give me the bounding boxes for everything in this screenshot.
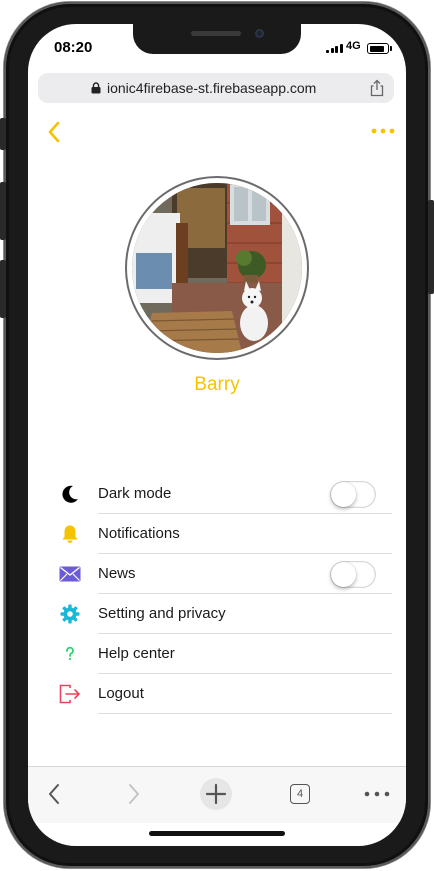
browser-forward-button[interactable] (119, 779, 149, 809)
menu-item-help-center[interactable]: Help center (28, 634, 406, 674)
browser-menu-button[interactable] (362, 779, 392, 809)
menu-item-news[interactable]: News (28, 554, 406, 594)
avatar[interactable] (132, 183, 302, 353)
browser-back-button[interactable] (39, 779, 69, 809)
news-toggle[interactable] (330, 561, 376, 588)
volume-up-button (0, 182, 6, 240)
chevron-left-icon (49, 784, 59, 804)
divider (98, 713, 392, 714)
menu-item-label: Logout (98, 685, 144, 702)
menu-item-label: Dark mode (98, 485, 172, 502)
lock-icon (91, 82, 101, 94)
menu-item-label: Help center (98, 645, 175, 662)
front-camera (255, 29, 264, 38)
help-icon (59, 644, 81, 664)
chevron-right-icon (129, 784, 139, 804)
url-text: ionic4firebase-st.firebaseapp.com (107, 80, 317, 96)
avatar-frame (127, 178, 307, 358)
logout-icon (59, 684, 81, 704)
mail-icon (59, 564, 81, 584)
settings-menu: Dark mode Notifications News Setting and… (28, 474, 406, 714)
volume-down-button (0, 260, 6, 318)
browser-toolbar: 4 (28, 766, 406, 823)
tab-count-badge: 4 (290, 784, 310, 804)
screen: 08:20 4G ionic4firebase-st.firebaseapp.c… (28, 24, 406, 846)
gear-icon (59, 604, 81, 624)
menu-item-dark-mode[interactable]: Dark mode (28, 474, 406, 514)
address-bar[interactable]: ionic4firebase-st.firebaseapp.com (38, 73, 394, 103)
menu-item-label: Notifications (98, 525, 180, 542)
home-indicator[interactable] (149, 831, 285, 836)
share-icon[interactable] (369, 79, 385, 97)
new-tab-button[interactable] (200, 778, 232, 810)
menu-item-settings[interactable]: Setting and privacy (28, 594, 406, 634)
more-icon (364, 791, 390, 797)
toggle-knob (331, 562, 356, 587)
profile-name: Barry (194, 374, 240, 395)
dark-mode-toggle[interactable] (330, 481, 376, 508)
menu-item-label: News (98, 565, 136, 582)
moon-icon (59, 484, 81, 504)
back-arrow-icon[interactable] (46, 120, 62, 144)
status-time: 08:20 (54, 39, 93, 56)
network-label: 4G (346, 40, 361, 52)
phone-frame: 08:20 4G ionic4firebase-st.firebaseapp.c… (0, 0, 434, 871)
bell-icon (59, 524, 81, 544)
tabs-button[interactable]: 4 (285, 779, 315, 809)
notch (133, 24, 301, 54)
signal-icon (326, 44, 343, 53)
menu-item-logout[interactable]: Logout (28, 674, 406, 714)
toggle-knob (331, 482, 356, 507)
more-options-icon[interactable] (370, 127, 396, 135)
menu-item-label: Setting and privacy (98, 605, 226, 622)
menu-item-notifications[interactable]: Notifications (28, 514, 406, 554)
avatar-photo (132, 183, 302, 353)
plus-icon (200, 778, 232, 810)
speaker-grille (191, 31, 241, 36)
mute-switch (0, 118, 6, 150)
battery-icon (367, 43, 392, 54)
power-button (428, 200, 434, 294)
